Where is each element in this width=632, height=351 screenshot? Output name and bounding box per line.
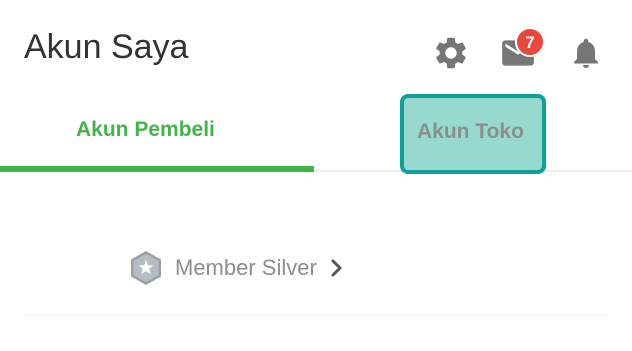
tab-akun-toko-label: Akun Toko: [417, 120, 524, 143]
notification-count-badge: 7: [515, 27, 545, 57]
member-status-link[interactable]: Member Silver: [128, 250, 345, 286]
silver-badge-icon: [128, 250, 164, 286]
bell-icon[interactable]: [566, 33, 606, 73]
page-title: Akun Saya: [24, 28, 189, 66]
chevron-right-icon: [329, 258, 345, 278]
active-tab-indicator: [0, 166, 314, 172]
tab-akun-pembeli[interactable]: Akun Pembeli: [0, 106, 314, 154]
account-screen: Akun Saya 7 Akun Pembeli Akun Toko Membe…: [0, 0, 632, 351]
tab-akun-pembeli-label: Akun Pembeli: [76, 118, 215, 141]
section-divider: [24, 315, 608, 316]
tab-akun-toko[interactable]: Akun Toko: [400, 94, 546, 174]
member-level-label: Member Silver: [175, 255, 317, 280]
gear-icon[interactable]: [431, 33, 471, 73]
